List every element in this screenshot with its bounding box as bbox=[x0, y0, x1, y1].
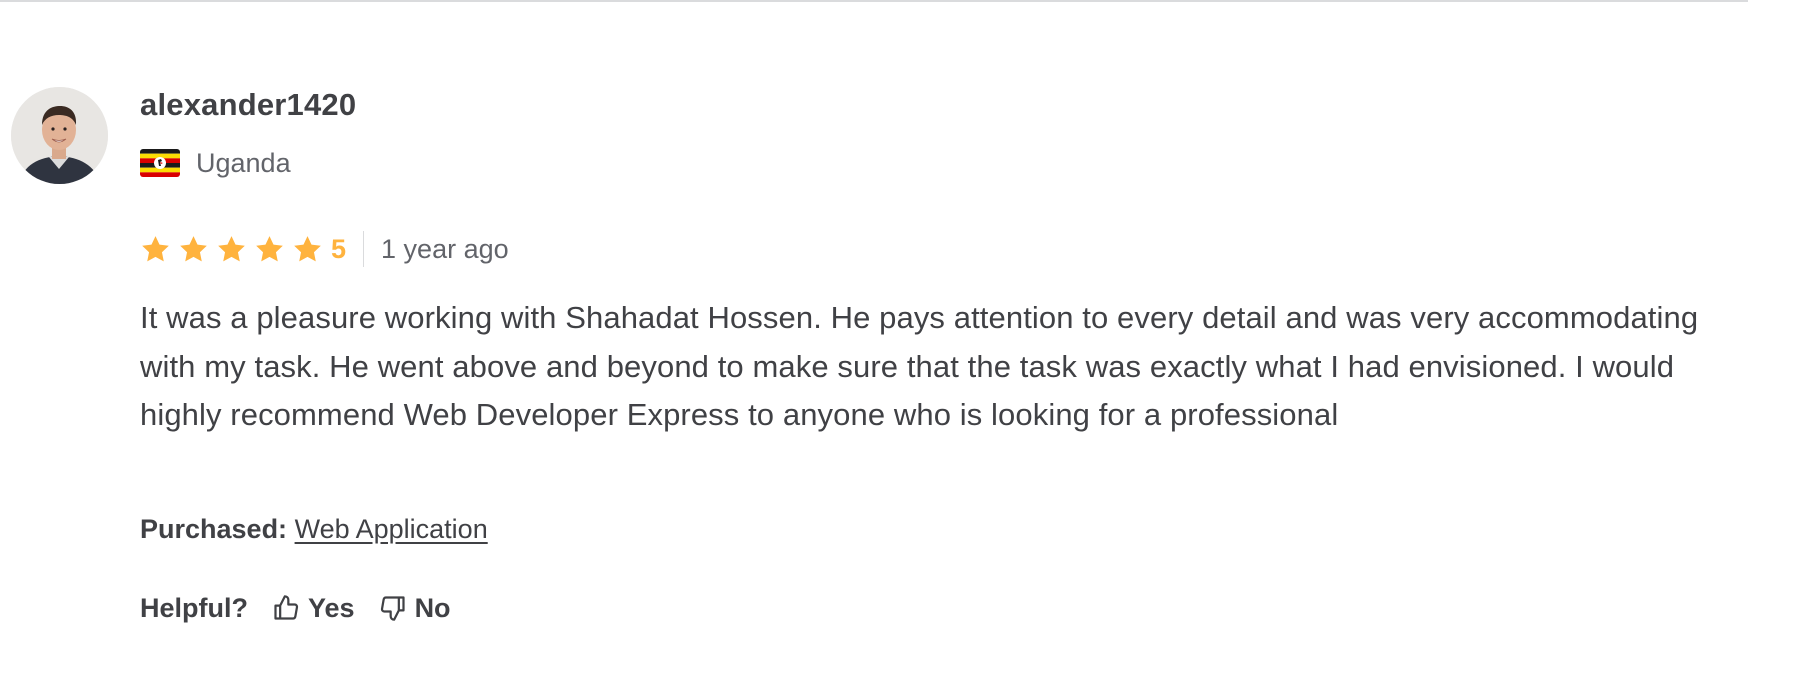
rating-row: 5 1 year ago bbox=[140, 229, 509, 269]
helpful-yes-label: Yes bbox=[308, 593, 355, 623]
helpful-row: Helpful? Yes No bbox=[140, 592, 475, 624]
purchased-item-link[interactable]: Web Application bbox=[295, 514, 488, 544]
thumbs-down-icon bbox=[380, 596, 405, 621]
helpful-no-label: No bbox=[414, 593, 451, 623]
uganda-flag-icon bbox=[140, 149, 180, 177]
avatar-image bbox=[11, 87, 108, 184]
thumbs-up-icon bbox=[274, 595, 299, 620]
reviewer-country: Uganda bbox=[140, 147, 291, 179]
helpful-yes-button[interactable]: Yes bbox=[272, 592, 355, 624]
star-icon bbox=[142, 235, 169, 261]
rating-divider bbox=[363, 231, 365, 267]
helpful-label: Helpful? bbox=[140, 593, 248, 623]
reviewer-username[interactable]: alexander1420 bbox=[140, 87, 356, 123]
helpful-no-button[interactable]: No bbox=[379, 592, 451, 624]
top-divider bbox=[0, 0, 1748, 2]
review-time-ago: 1 year ago bbox=[381, 234, 509, 264]
review-text: It was a pleasure working with Shahadat … bbox=[140, 300, 1699, 432]
purchased-label: Purchased: bbox=[140, 514, 288, 544]
star-rating bbox=[140, 234, 323, 265]
star-icon bbox=[218, 235, 245, 261]
country-name: Uganda bbox=[196, 148, 291, 178]
rating-score: 5 bbox=[331, 234, 347, 264]
avatar[interactable] bbox=[11, 87, 108, 184]
purchased-row: Purchased: Web Application bbox=[140, 513, 488, 545]
star-icon bbox=[294, 235, 321, 261]
star-icon bbox=[256, 235, 283, 261]
star-icon bbox=[180, 235, 207, 261]
